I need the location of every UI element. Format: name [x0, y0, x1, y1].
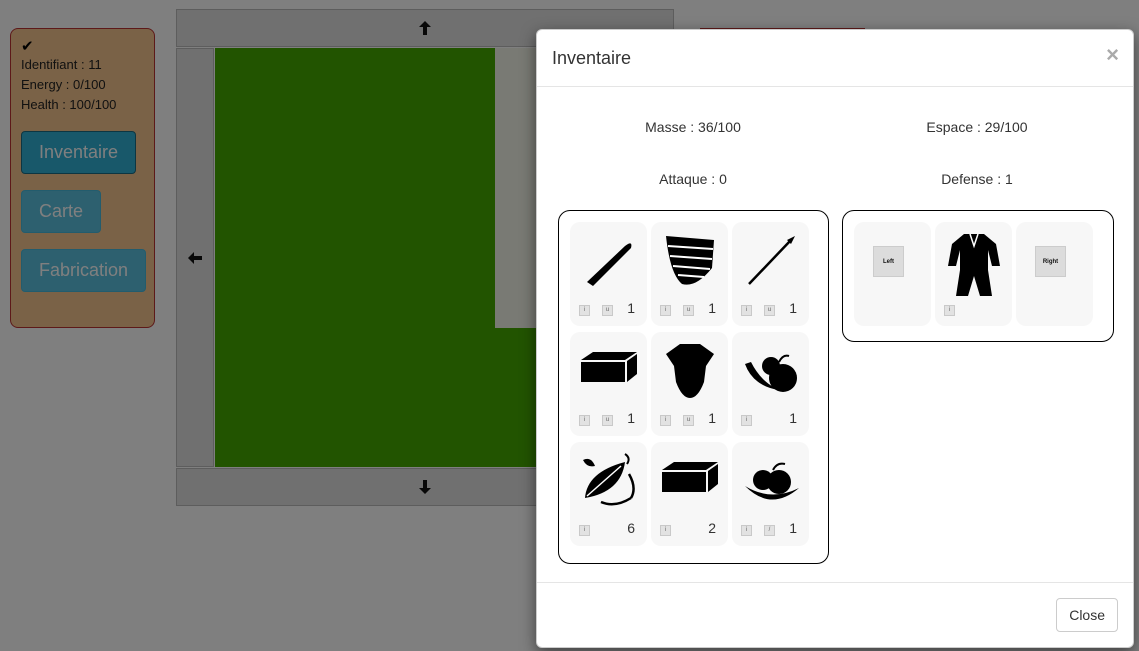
- leaves-icon: [583, 453, 635, 506]
- info-icon[interactable]: i: [579, 305, 590, 316]
- equip-icon[interactable]: u: [602, 305, 613, 316]
- club-icon: [587, 243, 632, 286]
- inventory-slot-spear[interactable]: i u 1: [732, 222, 809, 326]
- masse-stat: Masse : 36/100: [645, 119, 741, 135]
- attaque-stat: Attaque : 0: [659, 171, 727, 187]
- item-quantity: 1: [627, 300, 635, 316]
- info-icon[interactable]: i: [741, 305, 752, 316]
- equip-slot-left[interactable]: Left: [854, 222, 931, 326]
- fruit-bowl-icon: [745, 462, 799, 500]
- item-quantity: 1: [708, 300, 716, 316]
- outfit-icon: [948, 233, 1000, 296]
- defense-stat: Defense : 1: [941, 171, 1013, 187]
- inventory-slot-block[interactable]: i 2: [651, 442, 728, 546]
- close-icon[interactable]: ×: [1106, 42, 1119, 68]
- equip-icon[interactable]: u: [683, 415, 694, 426]
- item-quantity: 6: [627, 520, 635, 536]
- info-icon[interactable]: i: [741, 415, 752, 426]
- modal-header: Inventaire ×: [537, 30, 1133, 87]
- equip-slot-right[interactable]: Right: [1016, 222, 1093, 326]
- chest-armor-icon: [666, 236, 714, 285]
- left-hand-label: Left: [873, 246, 904, 277]
- equip-icon[interactable]: u: [764, 305, 775, 316]
- inventory-slot-club[interactable]: i u 1: [570, 222, 647, 326]
- modal-footer: Close: [537, 582, 1133, 647]
- info-icon[interactable]: i: [660, 525, 671, 536]
- item-quantity: 1: [789, 410, 797, 426]
- inventory-modal: Inventaire × Masse : 36/100 Espace : 29/…: [536, 29, 1134, 648]
- spear-icon: [748, 236, 795, 285]
- info-icon[interactable]: i: [660, 305, 671, 316]
- item-quantity: 1: [708, 410, 716, 426]
- torso-armor-icon: [666, 344, 714, 398]
- inventory-grid: i u 1 i u 1 i u 1 i u 1 i u 1 i 1 i 6 i …: [558, 210, 829, 564]
- inventory-slot-leaves[interactable]: i 6: [570, 442, 647, 546]
- right-hand-label: Right: [1035, 246, 1066, 277]
- info-icon[interactable]: i: [944, 305, 955, 316]
- equip-icon[interactable]: u: [602, 415, 613, 426]
- inventory-slot-chest-armor[interactable]: i u 1: [651, 222, 728, 326]
- inventory-slot-fruit-bowl[interactable]: i / 1: [732, 442, 809, 546]
- inventory-slot-block[interactable]: i u 1: [570, 332, 647, 436]
- modal-title: Inventaire: [552, 48, 632, 68]
- item-quantity: 1: [627, 410, 635, 426]
- info-icon[interactable]: i: [579, 525, 590, 536]
- inventory-slot-torso-armor[interactable]: i u 1: [651, 332, 728, 436]
- block-icon: [662, 462, 718, 492]
- item-quantity: 1: [789, 300, 797, 316]
- inventory-slot-fruits[interactable]: i 1: [732, 332, 809, 436]
- close-button[interactable]: Close: [1056, 598, 1118, 632]
- info-icon[interactable]: i: [660, 415, 671, 426]
- item-quantity: 2: [708, 520, 716, 536]
- espace-stat: Espace : 29/100: [926, 119, 1028, 135]
- block-icon: [581, 352, 637, 382]
- equip-icon[interactable]: u: [683, 305, 694, 316]
- equip-slot-body[interactable]: i: [935, 222, 1012, 326]
- item-quantity: 1: [789, 520, 797, 536]
- info-icon[interactable]: i: [579, 415, 590, 426]
- info-icon[interactable]: i: [741, 525, 752, 536]
- equipment-panel: Left i Right: [842, 210, 1114, 342]
- fruits-icon: [745, 354, 797, 392]
- use-icon[interactable]: /: [764, 525, 775, 536]
